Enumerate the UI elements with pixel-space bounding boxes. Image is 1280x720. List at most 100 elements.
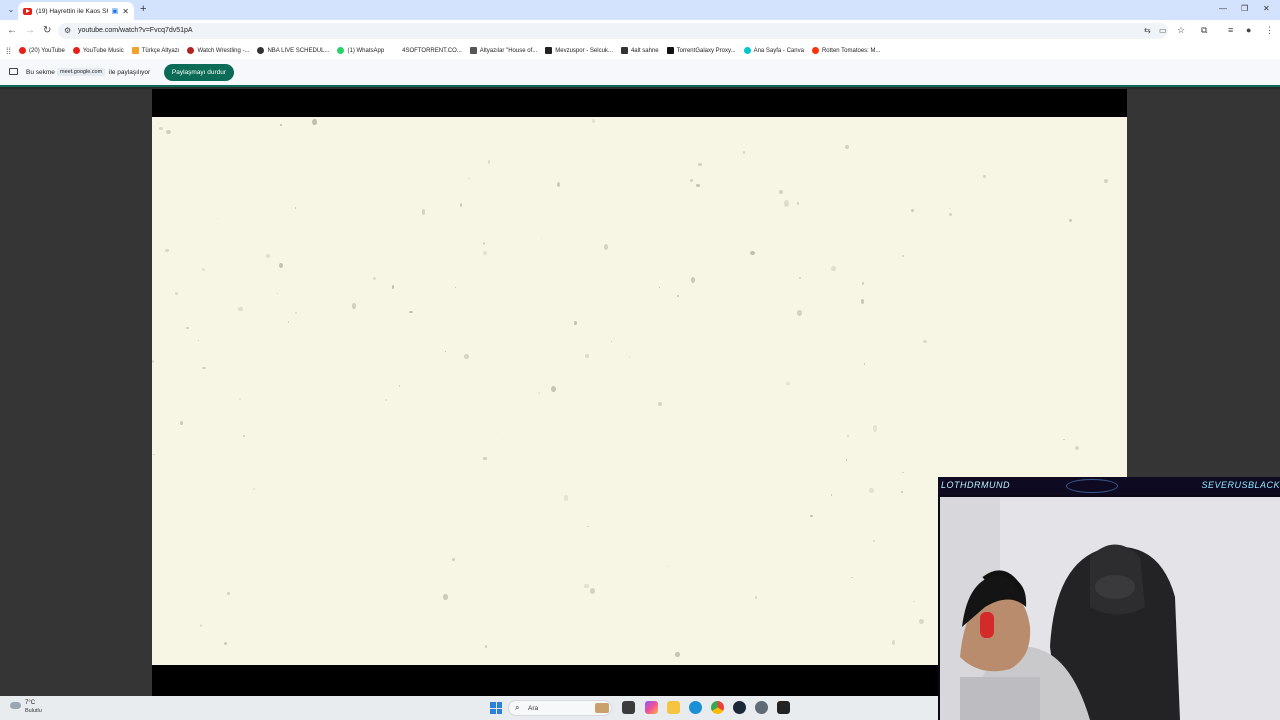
- new-tab-button[interactable]: +: [140, 3, 146, 15]
- minimize-icon[interactable]: —: [1219, 4, 1227, 13]
- paper-speck: [484, 644, 488, 649]
- translate-icon[interactable]: ⇆: [1144, 26, 1151, 35]
- url-text[interactable]: youtube.com/watch?v=Fvcq7dv51pA: [78, 27, 193, 34]
- paper-speck: [287, 321, 290, 324]
- bookmark-item[interactable]: NBA LIVE SCHEDUL...: [257, 47, 329, 54]
- bookmark-favicon-icon: [392, 47, 400, 54]
- epic-games-icon[interactable]: [777, 701, 790, 714]
- bookmarks-bar: ⁞⁞ (20) YouTube YouTube Music Türkçe Alt…: [0, 42, 1280, 59]
- bookmark-item[interactable]: (1) WhatsApp: [337, 47, 384, 54]
- bookmark-label: NBA LIVE SCHEDUL...: [267, 47, 330, 54]
- profile-icon[interactable]: ●: [1246, 25, 1251, 35]
- file-explorer-icon[interactable]: [667, 701, 680, 714]
- bookmark-favicon-icon: [666, 47, 674, 54]
- reload-icon[interactable]: ↻: [43, 25, 51, 36]
- copilot-icon[interactable]: [645, 701, 658, 714]
- paper-speck: [754, 595, 757, 599]
- edge-icon[interactable]: [689, 701, 702, 714]
- task-view-icon[interactable]: [622, 701, 635, 714]
- tab-search-icon[interactable]: ⌄: [5, 4, 17, 16]
- address-bar[interactable]: ⚙ youtube.com/watch?v=Fvcq7dv51pA ⇆ ▭: [58, 23, 1168, 39]
- windows-start-icon[interactable]: [490, 702, 502, 714]
- bookmark-item[interactable]: Rotten Tomatoes: M...: [811, 47, 881, 54]
- bookmark-label: 4alt sahne: [630, 47, 659, 54]
- settings-icon[interactable]: [755, 701, 768, 714]
- bookmark-item[interactable]: Watch Wrestling -...: [187, 47, 249, 54]
- paper-speck: [421, 209, 426, 215]
- paper-speck: [373, 276, 376, 281]
- screen-share-icon: [9, 68, 18, 75]
- maximize-icon[interactable]: ❐: [1241, 4, 1248, 13]
- paper-speck: [294, 311, 298, 314]
- person-in-gaming-chair-image: [940, 497, 1280, 720]
- bookmark-item[interactable]: Altyazılar "House of...: [469, 47, 537, 54]
- paper-speck: [563, 495, 568, 502]
- window-close-icon[interactable]: ✕: [1263, 4, 1270, 13]
- tab-active[interactable]: (19) Hayrettin ile Kaos Show ▣ ✕: [18, 2, 134, 20]
- paper-speck: [784, 200, 790, 207]
- bookmark-item[interactable]: (20) YouTube: [19, 47, 65, 54]
- paper-speck: [1069, 219, 1073, 222]
- apps-grid-icon[interactable]: ⁞⁞: [6, 46, 11, 56]
- cast-page-icon[interactable]: ▭: [1159, 26, 1167, 35]
- webcam-overlay: LOTHDRMUND SEVERUSBLACK: [938, 477, 1280, 720]
- media-control-icon[interactable]: ≡: [1228, 25, 1233, 35]
- bookmark-item[interactable]: Ana Sayfa - Canva: [743, 47, 804, 54]
- paper-speck: [497, 433, 499, 435]
- bookmark-item[interactable]: 4alt sahne: [620, 47, 659, 54]
- paper-speck: [861, 299, 865, 304]
- share-suffix-text: ile paylaşılıyor: [109, 69, 151, 76]
- bookmark-item[interactable]: Mevzuspor - Selcuk...: [545, 47, 613, 54]
- paper-speck: [409, 311, 413, 314]
- bookmark-star-icon[interactable]: ☆: [1177, 25, 1185, 36]
- bookmark-item[interactable]: 4SOFTORRENT.CO...: [392, 47, 462, 54]
- bookmark-item[interactable]: TorrentGalaxy Proxy...: [666, 47, 736, 54]
- paper-speck: [540, 237, 543, 239]
- paper-speck: [483, 242, 486, 245]
- search-icon: ⌕: [515, 703, 520, 712]
- forward-icon[interactable]: →: [25, 25, 35, 36]
- steam-icon[interactable]: [733, 701, 746, 714]
- paper-speck: [583, 583, 589, 589]
- bookmark-favicon-icon: [19, 47, 27, 54]
- paper-speck: [556, 181, 560, 187]
- paper-speck: [892, 639, 896, 645]
- stop-sharing-button[interactable]: Paylaşmayı durdur: [164, 64, 234, 81]
- bookmark-favicon-icon: [545, 47, 553, 54]
- weather-description[interactable]: Bulutlu: [25, 708, 42, 714]
- bookmark-label: Mevzuspor - Selcuk...: [555, 47, 613, 54]
- cloud-icon[interactable]: [10, 702, 21, 709]
- paper-speck: [911, 208, 914, 213]
- youtube-favicon-icon: [23, 7, 32, 15]
- extensions-icon[interactable]: ⧉: [1201, 25, 1207, 36]
- webcam-right-name: SEVERUSBLACK: [1201, 480, 1280, 490]
- bookmark-item[interactable]: Türkçe Altyazı: [131, 47, 179, 54]
- paper-speck: [610, 340, 613, 342]
- paper-speck: [922, 339, 928, 343]
- bookmark-favicon-icon: [72, 47, 80, 54]
- paper-speck: [872, 539, 876, 543]
- search-placeholder[interactable]: Ara: [528, 705, 538, 712]
- menu-dots-icon[interactable]: ⋮: [1265, 25, 1274, 36]
- bookmark-item[interactable]: YouTube Music: [72, 47, 124, 54]
- paper-speck: [294, 207, 297, 209]
- paper-speck: [467, 177, 470, 180]
- paper-speck: [629, 356, 631, 358]
- paper-speck: [242, 435, 245, 437]
- paper-speck: [869, 487, 874, 493]
- tab-close-icon[interactable]: ✕: [122, 7, 129, 16]
- paper-speck: [224, 642, 228, 646]
- bookmark-label: YouTube Music: [82, 47, 124, 54]
- weather-temperature[interactable]: 7°C: [25, 700, 35, 706]
- chrome-icon[interactable]: [711, 701, 724, 714]
- paper-speck: [200, 624, 202, 627]
- bookmark-favicon-icon: [131, 47, 139, 54]
- paper-speck: [185, 327, 189, 330]
- paper-speck: [164, 249, 169, 253]
- paper-speck: [918, 619, 924, 624]
- site-info-icon[interactable]: ⚙: [64, 26, 71, 35]
- back-icon[interactable]: ←: [7, 25, 17, 36]
- paper-speck: [152, 453, 155, 456]
- paper-speck: [949, 208, 952, 210]
- taskbar-search[interactable]: ⌕ Ara: [508, 700, 612, 716]
